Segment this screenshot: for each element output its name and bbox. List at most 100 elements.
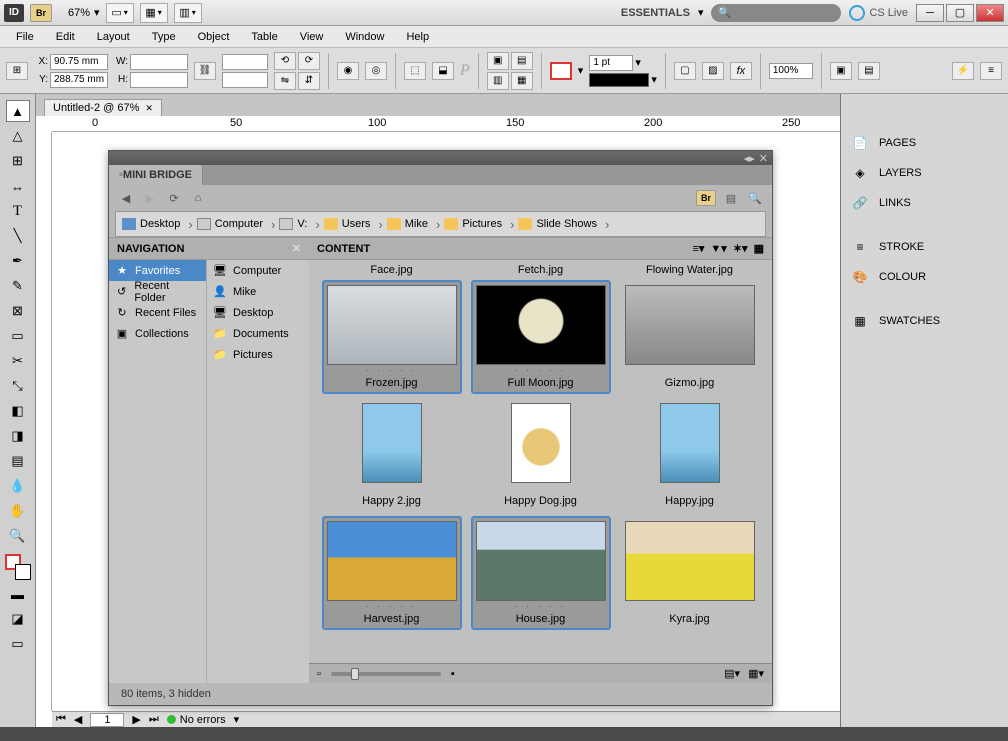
corner-icon[interactable]: ⬚ — [404, 62, 426, 80]
document-tab[interactable]: Untitled-2 @ 67% ✕ — [44, 99, 162, 116]
page-number[interactable]: 1 — [90, 713, 124, 727]
frame-tool[interactable]: ⊠ — [6, 300, 30, 322]
wrap3-icon[interactable]: ▥ — [487, 72, 509, 90]
thumbnail[interactable]: · · · · ·House.jpg — [471, 516, 611, 630]
search-input[interactable]: 🔍 — [711, 4, 841, 22]
scale-y-input[interactable] — [222, 72, 268, 88]
breadcrumb-slideshows[interactable]: Slide Shows — [518, 217, 609, 232]
thumbnail[interactable]: Happy.jpg — [620, 398, 760, 512]
scale-x-input[interactable] — [222, 54, 268, 70]
pen-tool[interactable]: ✒ — [6, 250, 30, 272]
breadcrumb-v[interactable]: V: — [279, 217, 319, 232]
flip-v-icon[interactable]: ⇵ — [298, 72, 320, 90]
breadcrumb-desktop[interactable]: Desktop — [122, 217, 193, 232]
dropdown-icon[interactable]: ▾ — [578, 64, 584, 77]
stroke-style[interactable] — [589, 73, 649, 87]
pencil-tool[interactable]: ✎ — [6, 275, 30, 297]
nav-item-computer[interactable]: 🖥Computer — [207, 260, 309, 281]
wrap1-icon[interactable]: ▣ — [487, 52, 509, 70]
fill-stroke-swatch[interactable] — [5, 554, 31, 580]
filter-icon[interactable]: ▼▾ — [710, 242, 726, 255]
tools-icon[interactable]: ✶▾ — [733, 242, 748, 255]
quick-apply-icon[interactable]: ⚡ — [952, 62, 974, 80]
rotate2-icon[interactable]: ⟳ — [298, 52, 320, 70]
thumbnail[interactable]: Happy Dog.jpg — [471, 398, 611, 512]
selection-tool[interactable]: ▲ — [6, 100, 30, 122]
thumbnail[interactable]: · · · · ·Harvest.jpg — [322, 516, 462, 630]
menu-object[interactable]: Object — [188, 29, 240, 45]
zoom-out-icon[interactable]: ▫ — [317, 668, 321, 680]
drop-shadow-icon[interactable]: ▨ — [702, 62, 724, 80]
panel-layers[interactable]: ◈LAYERS — [841, 158, 1008, 188]
reference-point-icon[interactable]: ⊞ — [6, 62, 28, 80]
search-button[interactable]: 🔍 — [746, 190, 764, 206]
rotate-icon[interactable]: ⟲ — [274, 52, 296, 70]
close-button[interactable]: ✕ — [976, 4, 1004, 22]
constrain-icon[interactable]: ⛓ — [194, 62, 216, 80]
thumbnail[interactable]: · · · · ·Frozen.jpg — [322, 280, 462, 394]
panel-menu-icon[interactable]: ≡ — [980, 62, 1002, 80]
zoom-in-icon[interactable]: ▪ — [451, 668, 455, 680]
fill-swatch[interactable] — [550, 62, 572, 80]
prev-spread-icon[interactable]: ⏮ — [56, 713, 66, 726]
menu-type[interactable]: Type — [142, 29, 186, 45]
rating-dots[interactable]: · · · · · — [515, 365, 567, 375]
thumbnail-size-slider[interactable] — [331, 672, 441, 676]
line-tool[interactable]: ╲ — [6, 225, 30, 247]
gradient-tool[interactable]: ◧ — [6, 400, 30, 422]
rating-dots[interactable]: · · · · · — [366, 365, 418, 375]
menu-file[interactable]: File — [6, 29, 44, 45]
type-tool[interactable]: T — [6, 200, 30, 222]
panel-swatches[interactable]: ▦SWATCHES — [841, 306, 1008, 336]
rating-dots[interactable]: · · · · · — [366, 601, 418, 611]
thumbnail[interactable]: Kyra.jpg — [620, 516, 760, 630]
nav-item-collections[interactable]: ▣Collections — [109, 323, 206, 344]
workspace-switcher[interactable]: ESSENTIALS — [621, 7, 690, 19]
fit2-icon[interactable]: ▤ — [858, 62, 880, 80]
breadcrumb-pictures[interactable]: Pictures — [444, 217, 514, 232]
note-tool[interactable]: ▤ — [6, 450, 30, 472]
dropdown-icon[interactable]: ▾ — [698, 6, 704, 19]
breadcrumb-computer[interactable]: Computer — [197, 217, 276, 232]
default-fill-icon[interactable]: ◪ — [6, 608, 30, 630]
dropdown-icon[interactable]: ▾ — [651, 73, 657, 86]
minimize-button[interactable]: ─ — [916, 4, 944, 22]
close-panel-icon[interactable]: ✕ — [759, 152, 768, 165]
y-input[interactable] — [50, 72, 108, 88]
next-page-icon[interactable]: ▶ — [132, 713, 140, 726]
wrap4-icon[interactable]: ▦ — [511, 72, 533, 90]
hand-tool[interactable]: ✋ — [6, 500, 30, 522]
nav-item-favorites[interactable]: ★Favorites — [109, 260, 206, 281]
breadcrumb-mike[interactable]: Mike — [387, 217, 441, 232]
reload-button[interactable]: ⟳ — [165, 190, 183, 206]
rectangle-tool[interactable]: ▭ — [6, 325, 30, 347]
fx-icon[interactable]: fx — [730, 62, 752, 80]
sort-icon[interactable]: ≡▾ — [692, 242, 704, 255]
nav-item-recent-files[interactable]: ↻Recent Files — [109, 302, 206, 323]
dropdown-icon[interactable]: ▾ — [94, 6, 100, 19]
prev-page-icon[interactable]: ◀ — [74, 713, 82, 726]
forward-button[interactable]: ▶ — [141, 190, 159, 206]
maximize-button[interactable]: ▢ — [946, 4, 974, 22]
nav-item-mike[interactable]: 👤Mike — [207, 281, 309, 302]
gradient-feather-tool[interactable]: ◨ — [6, 425, 30, 447]
mini-bridge-tab[interactable]: ◦ MINI BRIDGE — [109, 165, 203, 185]
direct-selection-tool[interactable]: △ — [6, 125, 30, 147]
home-button[interactable]: ⌂ — [189, 190, 207, 206]
opacity-input[interactable] — [769, 63, 813, 79]
corner2-icon[interactable]: ⬓ — [432, 62, 454, 80]
nav-item-desktop[interactable]: 🖥Desktop — [207, 302, 309, 323]
flip-h-icon[interactable]: ⇋ — [274, 72, 296, 90]
wrap2-icon[interactable]: ▤ — [511, 52, 533, 70]
screen-mode-icon[interactable]: ▭ — [6, 633, 30, 655]
nav-item-pictures[interactable]: 📁Pictures — [207, 344, 309, 365]
fit1-icon[interactable]: ▣ — [830, 62, 852, 80]
w-input[interactable] — [130, 54, 188, 70]
panel-drag-bar[interactable]: ◂▸ ✕ — [109, 151, 772, 165]
close-nav-icon[interactable]: ✕ — [292, 242, 301, 255]
dropdown-icon[interactable]: ▾ — [234, 713, 240, 726]
next-spread-icon[interactable]: ⏭ — [149, 713, 159, 726]
h-input[interactable] — [130, 72, 188, 88]
close-tab-icon[interactable]: ✕ — [145, 103, 153, 114]
panel-links[interactable]: 🔗LINKS — [841, 188, 1008, 218]
